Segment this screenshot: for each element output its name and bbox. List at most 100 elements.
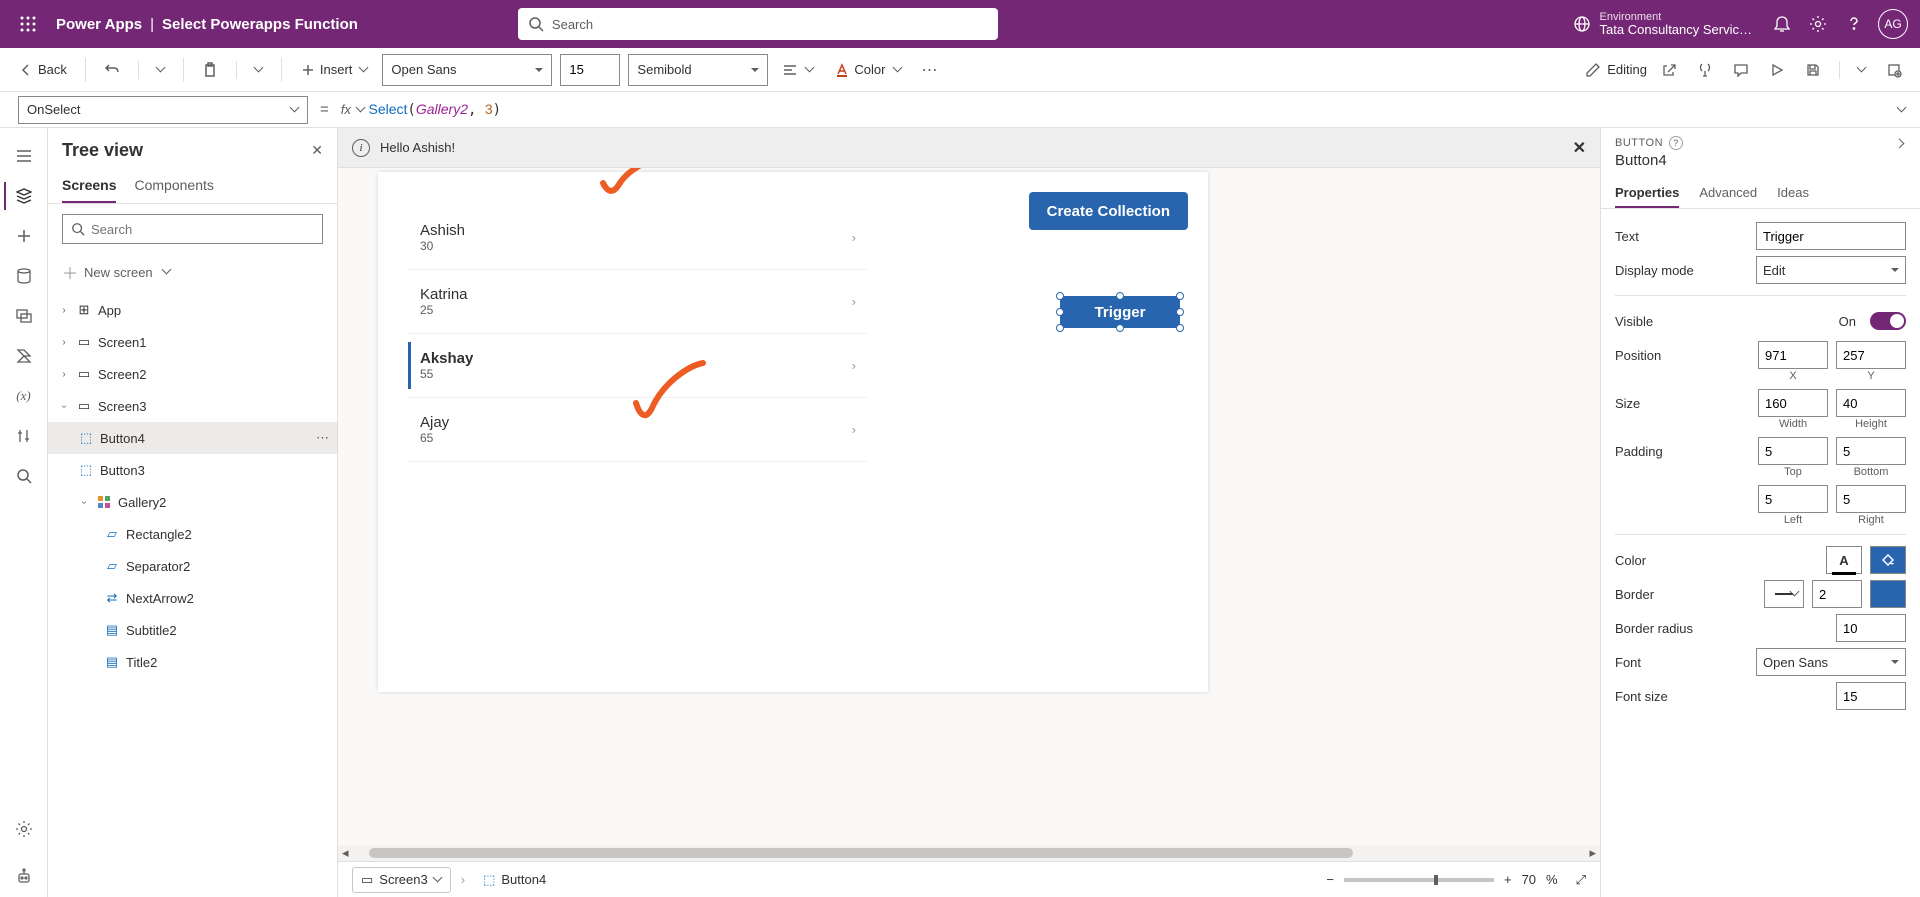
prop-y-input[interactable]	[1836, 341, 1906, 369]
prop-visible-toggle[interactable]	[1870, 312, 1906, 330]
publish-icon[interactable]	[1880, 54, 1908, 86]
app-launcher-icon[interactable]	[12, 8, 44, 40]
chevron-right-icon[interactable]: ›	[852, 294, 856, 309]
environment-picker[interactable]: Environment Tata Consultancy Servic…	[1564, 6, 1752, 42]
font-name-select[interactable]: Open Sans	[382, 54, 552, 86]
editing-mode[interactable]: Editing	[1585, 62, 1647, 78]
tree-node-screen1[interactable]: ›▭Screen1	[48, 326, 337, 358]
prop-height-input[interactable]	[1836, 389, 1906, 417]
prop-text-input[interactable]	[1756, 222, 1906, 250]
tree-node-screen3[interactable]: ›▭Screen3	[48, 390, 337, 422]
prop-fill-color[interactable]	[1870, 546, 1906, 574]
rail-media-icon[interactable]	[4, 296, 44, 336]
zoom-in-icon[interactable]: +	[1504, 872, 1512, 887]
prop-pad-bottom-input[interactable]	[1836, 437, 1906, 465]
tab-screens[interactable]: Screens	[62, 169, 116, 203]
comments-icon[interactable]	[1727, 54, 1755, 86]
zoom-slider[interactable]	[1344, 878, 1494, 882]
tree-search-input[interactable]	[91, 222, 314, 237]
prop-border-color[interactable]	[1870, 580, 1906, 608]
gallery2[interactable]: Ashish30› Katrina25› Akshay55› Ajay65›	[408, 206, 868, 462]
tree-node-button3[interactable]: ⬚Button3	[48, 454, 337, 486]
save-icon[interactable]	[1799, 54, 1827, 86]
prop-font-size-input[interactable]	[1836, 682, 1906, 710]
tree-node-subtitle2[interactable]: ▤Subtitle2	[48, 614, 337, 646]
breadcrumb-control[interactable]: ⬚Button4	[475, 867, 554, 893]
prop-pad-right-input[interactable]	[1836, 485, 1906, 513]
paste-button[interactable]	[196, 54, 224, 86]
tree-node-separator2[interactable]: ▱Separator2	[48, 550, 337, 582]
font-color-button[interactable]: Color	[828, 54, 907, 86]
tree-node-app[interactable]: ›⊞App	[48, 294, 337, 326]
help-icon[interactable]: ?	[1669, 136, 1683, 150]
rail-virtual-agent-icon[interactable]	[4, 857, 44, 897]
fit-to-screen-icon[interactable]: ⤢	[1576, 872, 1586, 888]
create-collection-button[interactable]: Create Collection	[1029, 192, 1188, 230]
align-button[interactable]	[776, 54, 820, 86]
rail-power-automate-icon[interactable]	[4, 336, 44, 376]
global-search[interactable]: Search	[518, 8, 998, 40]
chevron-right-icon[interactable]: ›	[852, 422, 856, 437]
prop-width-input[interactable]	[1758, 389, 1828, 417]
prop-pad-top-input[interactable]	[1758, 437, 1828, 465]
prop-x-input[interactable]	[1758, 341, 1828, 369]
notifications-icon[interactable]	[1764, 6, 1800, 42]
paste-dropdown[interactable]	[249, 54, 269, 86]
gallery-item[interactable]: Katrina25›	[408, 270, 868, 334]
preview-icon[interactable]	[1763, 54, 1791, 86]
prop-border-width-input[interactable]	[1812, 580, 1862, 608]
undo-button[interactable]	[98, 54, 126, 86]
new-screen-button[interactable]: ＋ New screen	[48, 254, 337, 290]
close-icon[interactable]: ✕	[311, 142, 323, 159]
prop-text-color[interactable]: A	[1826, 546, 1862, 574]
info-close-icon[interactable]: ✕	[1573, 138, 1586, 158]
prop-font-select[interactable]: Open Sans	[1756, 648, 1906, 676]
prop-border-style[interactable]	[1764, 580, 1804, 608]
more-commands[interactable]: ⋯	[916, 54, 944, 86]
prop-display-mode-select[interactable]: Edit	[1756, 256, 1906, 284]
prop-border-radius-input[interactable]	[1836, 614, 1906, 642]
rail-insert-icon[interactable]	[4, 216, 44, 256]
share-icon[interactable]	[1655, 54, 1683, 86]
horizontal-scrollbar[interactable]: ◂ ▸	[338, 845, 1600, 861]
gallery-item[interactable]: Akshay55›	[408, 334, 868, 398]
rail-advanced-tools-icon[interactable]	[4, 416, 44, 456]
rail-hamburger-icon[interactable]	[4, 136, 44, 176]
property-select[interactable]: OnSelect	[18, 96, 308, 124]
undo-dropdown[interactable]	[151, 54, 171, 86]
font-size-input[interactable]	[560, 54, 620, 86]
font-weight-select[interactable]: Semibold	[628, 54, 768, 86]
zoom-out-icon[interactable]: −	[1326, 872, 1334, 887]
rail-search-icon[interactable]	[4, 456, 44, 496]
formula-expand-icon[interactable]	[1898, 102, 1906, 117]
tree-node-button4[interactable]: ⬚Button4⋯	[48, 422, 337, 454]
more-icon[interactable]: ⋯	[316, 430, 329, 446]
tab-properties[interactable]: Properties	[1615, 179, 1679, 208]
tab-ideas[interactable]: Ideas	[1777, 179, 1809, 208]
fx-icon[interactable]: fx	[341, 102, 365, 117]
chevron-right-icon[interactable]: ›	[852, 230, 856, 245]
rail-data-icon[interactable]	[4, 256, 44, 296]
gallery-item[interactable]: Ashish30›	[408, 206, 868, 270]
tree-node-title2[interactable]: ▤Title2	[48, 646, 337, 678]
gallery-item[interactable]: Ajay65›	[408, 398, 868, 462]
tree-node-screen2[interactable]: ›▭Screen2	[48, 358, 337, 390]
chevron-right-icon[interactable]: ›	[852, 358, 856, 373]
insert-button[interactable]: Insert	[294, 54, 375, 86]
help-icon[interactable]	[1836, 6, 1872, 42]
save-dropdown[interactable]	[1852, 54, 1872, 86]
user-avatar[interactable]: AG	[1878, 9, 1908, 39]
tree-node-nextarrow2[interactable]: ⇄NextArrow2	[48, 582, 337, 614]
rail-settings-icon[interactable]	[4, 809, 44, 849]
app-checker-icon[interactable]	[1691, 54, 1719, 86]
formula-text[interactable]: Select(Gallery2, 3)	[369, 101, 502, 118]
settings-icon[interactable]	[1800, 6, 1836, 42]
tree-node-rectangle2[interactable]: ▱Rectangle2	[48, 518, 337, 550]
chevron-right-icon[interactable]	[1898, 139, 1906, 147]
rail-variables-icon[interactable]: (x)	[4, 376, 44, 416]
tab-components[interactable]: Components	[134, 169, 213, 203]
breadcrumb-screen[interactable]: ▭Screen3	[352, 867, 451, 893]
design-canvas[interactable]: Create Collection Trigger Ashish30› Katr…	[378, 172, 1208, 692]
tree-node-gallery2[interactable]: ›Gallery2	[48, 486, 337, 518]
rail-tree-view-icon[interactable]	[4, 176, 44, 216]
